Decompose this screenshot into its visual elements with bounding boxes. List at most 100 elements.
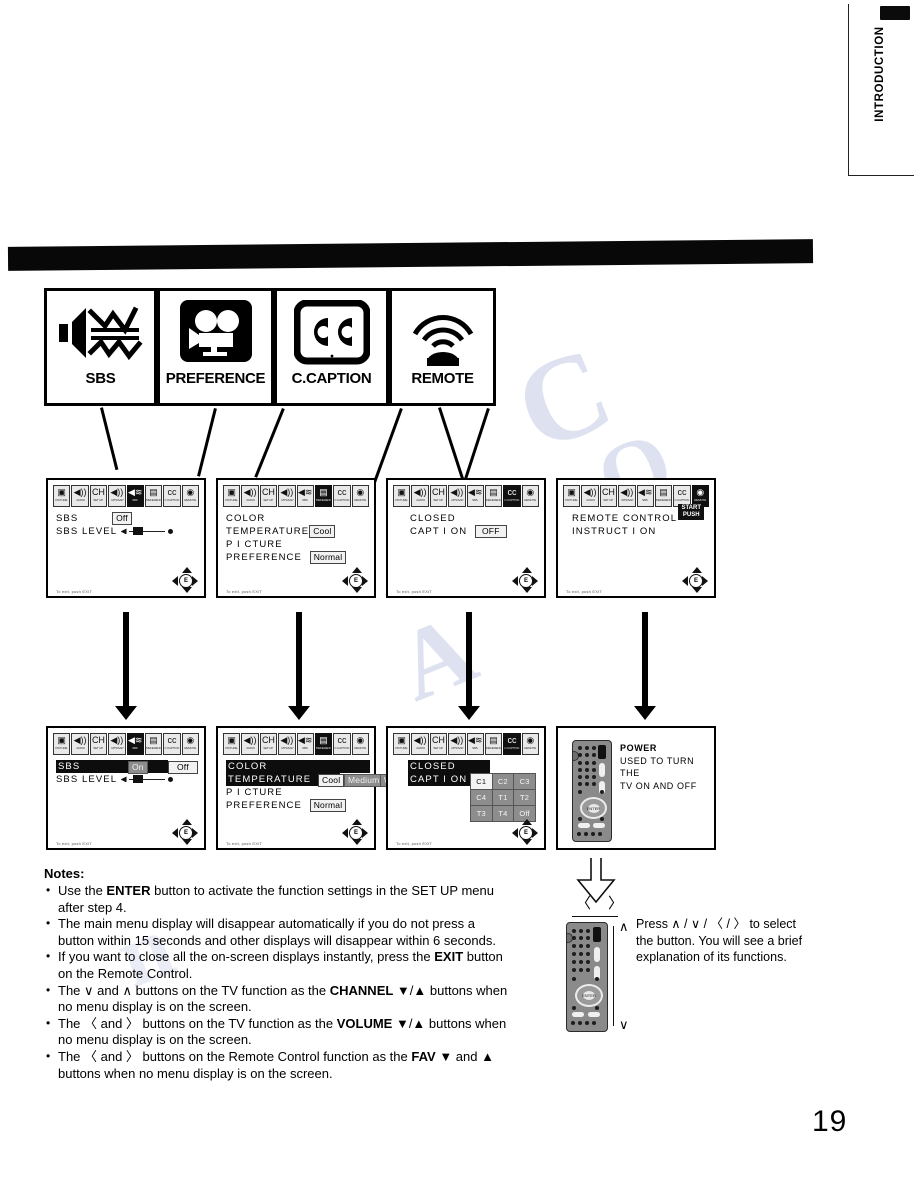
- osd-icon-setup[interactable]: CH SET UP: [599, 485, 618, 507]
- osd-icon-mts[interactable]: ◀)) MTS/SAP: [448, 485, 466, 507]
- osd-icon-bar[interactable]: ▣ PICTURE ◀)) AUDIO CH SET UP ◀)) MTS/SAP ◀≋…: [393, 733, 539, 755]
- osd-icon-sbs[interactable]: ◀≋ SBS: [296, 733, 314, 755]
- osd-icon-audio[interactable]: ◀)) AUDIO: [241, 485, 259, 507]
- osd-icon-mts[interactable]: ◀)) MTS/SAP: [448, 733, 466, 755]
- osd-icon-mts[interactable]: ◀)) MTS/SAP: [108, 733, 126, 755]
- osd-option-cool[interactable]: Cool: [318, 774, 345, 787]
- osd-icon-audio[interactable]: ◀)) AUDIO: [411, 733, 429, 755]
- osd-icon-picture[interactable]: ▣ PICTURE: [53, 485, 71, 507]
- notes-section: Notes: Use the ENTER button to activate …: [44, 866, 514, 1082]
- cc-cell[interactable]: C1: [470, 773, 493, 790]
- osd-screen-preference-selected[interactable]: ▣ PICTURE ◀)) AUDIO CH SET UP ◀)) MTS/SAP ◀≋…: [216, 726, 412, 850]
- osd-screen-ccaption-selected[interactable]: ▣ PICTURE ◀)) AUDIO CH SET UP ◀)) MTS/SAP ◀≋…: [386, 726, 546, 850]
- osd-enter-pad[interactable]: E: [172, 819, 198, 845]
- osd-icon-ccaption[interactable]: cc C.CAPTION: [163, 485, 181, 507]
- osd-enter-pad[interactable]: E: [172, 567, 198, 593]
- osd-screen-sbs[interactable]: ▣ PICTURE ◀)) AUDIO CH SET UP ◀)) MTS/SAP ◀≋…: [46, 478, 206, 598]
- osd-line-value[interactable]: Off: [112, 512, 132, 525]
- osd-icon-preference[interactable]: ▤ PREFERENCE: [144, 485, 163, 507]
- osd-enter-pad[interactable]: E: [512, 567, 538, 593]
- osd-icon-audio[interactable]: ◀)) AUDIO: [411, 485, 429, 507]
- osd-icon-mts[interactable]: ◀)) MTS/SAP: [278, 485, 296, 507]
- osd-icon-bar[interactable]: ▣ PICTURE ◀)) AUDIO CH SET UP ◀)) MTS/SAP ◀≋…: [393, 485, 539, 507]
- cc-cell[interactable]: C4: [470, 789, 493, 806]
- osd-icon-picture[interactable]: ▣ PICTURE: [223, 485, 241, 507]
- osd-icon-remote[interactable]: ◉ REMOTE: [181, 485, 199, 507]
- osd-icon-ccaption[interactable]: cc C.CAPTION: [333, 733, 351, 755]
- osd-icon-setup[interactable]: CH SET UP: [429, 485, 448, 507]
- caption-mode-grid[interactable]: C1 C2 C3 C4 T1 T2 T3 T4 Off: [470, 773, 536, 822]
- osd-icon-picture[interactable]: ▣ PICTURE: [53, 733, 71, 755]
- osd-icon-bar[interactable]: ▣ PICTURE ◀)) AUDIO CH SET UP ◀)) MTS/SAP ◀≋…: [223, 485, 369, 507]
- osd-icon-preference[interactable]: ▤ PREFERENCE: [484, 485, 503, 507]
- cc-cell[interactable]: T2: [513, 789, 536, 806]
- osd-enter-pad[interactable]: E: [682, 567, 708, 593]
- start-push-badge[interactable]: START PUSH: [678, 504, 704, 520]
- cc-cell[interactable]: T1: [491, 789, 515, 806]
- osd-icon-audio[interactable]: ◀)) AUDIO: [71, 485, 89, 507]
- osd-icon-setup[interactable]: CH SET UP: [89, 485, 108, 507]
- osd-icon-ccaption[interactable]: cc C.CAPTION: [503, 733, 521, 755]
- osd-icon-picture[interactable]: ▣ PICTURE: [563, 485, 581, 507]
- osd-icon-setup[interactable]: CH SET UP: [429, 733, 448, 755]
- osd-icon-bar[interactable]: ▣ PICTURE ◀)) AUDIO CH SET UP ◀)) MTS/SAP ◀≋…: [53, 485, 199, 507]
- osd-icon-picture[interactable]: ▣ PICTURE: [223, 733, 241, 755]
- osd-option-medium[interactable]: Medium: [344, 774, 384, 787]
- osd-icon-sbs[interactable]: ◀≋ SBS: [466, 733, 484, 755]
- osd-line-value[interactable]: Cool: [309, 525, 336, 538]
- osd-icon-audio[interactable]: ◀)) AUDIO: [71, 733, 89, 755]
- cc-cell[interactable]: C3: [513, 773, 536, 790]
- osd-enter-pad[interactable]: E: [512, 819, 538, 845]
- osd-screen-ccaption[interactable]: ▣ PICTURE ◀)) AUDIO CH SET UP ◀)) MTS/SAP ◀≋…: [386, 478, 546, 598]
- osd-icon-setup[interactable]: CH SET UP: [89, 733, 108, 755]
- osd-icon-picture[interactable]: ▣ PICTURE: [393, 733, 411, 755]
- osd-icon-sbs[interactable]: ◀≋ SBS: [296, 485, 314, 507]
- osd-icon-preference[interactable]: ▤ PREFERENCE: [314, 485, 333, 507]
- osd-icon-ccaption[interactable]: cc C.CAPTION: [163, 733, 181, 755]
- list-item: The main menu display will disappear aut…: [44, 915, 514, 949]
- osd-icon-preference[interactable]: ▤ PREFERENCE: [484, 733, 503, 755]
- osd-icon-setup[interactable]: CH SET UP: [259, 733, 278, 755]
- osd-icon-sbs[interactable]: ◀≋ SBS: [636, 485, 654, 507]
- osd-enter-pad[interactable]: E: [342, 567, 368, 593]
- osd-icon-ccaption[interactable]: cc C.CAPTION: [503, 485, 521, 507]
- sbs-level-slider[interactable]: [120, 527, 173, 536]
- osd-icon-sbs[interactable]: ◀≋ SBS: [126, 733, 144, 755]
- remote-function-line2: TV ON AND OFF: [620, 780, 697, 791]
- osd-line-value[interactable]: Normal: [309, 799, 347, 812]
- osd-icon-ccaption[interactable]: cc C.CAPTION: [333, 485, 351, 507]
- osd-screen-remote[interactable]: ▣ PICTURE ◀)) AUDIO CH SET UP ◀)) MTS/SAP ◀≋…: [556, 478, 716, 598]
- osd-line-value[interactable]: Normal: [309, 551, 347, 564]
- osd-screen-remote-instruction[interactable]: ENTER POWER USED TO TURN THE TV ON AND O…: [556, 726, 716, 850]
- osd-screen-sbs-selected[interactable]: ▣ PICTURE ◀)) AUDIO CH SET UP ◀)) MTS/SAP ◀≋…: [46, 726, 206, 850]
- connector-line: [100, 407, 119, 471]
- osd-icon-bar[interactable]: ▣ PICTURE ◀)) AUDIO CH SET UP ◀)) MTS/SAP ◀≋…: [223, 733, 369, 755]
- cc-cell[interactable]: C2: [491, 773, 515, 790]
- osd-icon-mts[interactable]: ◀)) MTS/SAP: [618, 485, 636, 507]
- osd-option-other[interactable]: Off: [168, 761, 198, 774]
- cc-cell[interactable]: T3: [470, 805, 493, 822]
- osd-icon-remote[interactable]: ◉ REMOTE: [521, 485, 539, 507]
- osd-icon-sbs[interactable]: ◀≋ SBS: [126, 485, 144, 507]
- osd-icon-mts[interactable]: ◀)) MTS/SAP: [278, 733, 296, 755]
- osd-enter-pad[interactable]: E: [342, 819, 368, 845]
- osd-icon-audio[interactable]: ◀)) AUDIO: [241, 733, 259, 755]
- osd-icon-remote[interactable]: ◉ REMOTE: [181, 733, 199, 755]
- osd-icon-setup[interactable]: CH SET UP: [259, 485, 278, 507]
- osd-icon-picture[interactable]: ▣ PICTURE: [393, 485, 411, 507]
- osd-icon-remote[interactable]: ◉ REMOTE: [351, 485, 369, 507]
- cc-cell[interactable]: T4: [491, 805, 515, 822]
- osd-icon-preference[interactable]: ▤ PREFERENCE: [654, 485, 673, 507]
- osd-icon-remote[interactable]: ◉ REMOTE: [521, 733, 539, 755]
- sbs-level-slider[interactable]: [120, 775, 173, 784]
- osd-line-value[interactable]: OFF: [474, 525, 507, 538]
- osd-icon-sbs[interactable]: ◀≋ SBS: [466, 485, 484, 507]
- osd-screen-preference[interactable]: ▣ PICTURE ◀)) AUDIO CH SET UP ◀)) MTS/SAP ◀≋…: [216, 478, 376, 598]
- osd-icon-remote[interactable]: ◉ REMOTE: [351, 733, 369, 755]
- osd-icon-bar[interactable]: ▣ PICTURE ◀)) AUDIO CH SET UP ◀)) MTS/SAP ◀≋…: [53, 733, 199, 755]
- osd-icon-preference[interactable]: ▤ PREFERENCE: [144, 733, 163, 755]
- osd-icon-preference[interactable]: ▤ PREFERENCE: [314, 733, 333, 755]
- osd-option-selected[interactable]: On: [128, 761, 148, 774]
- osd-icon-audio[interactable]: ◀)) AUDIO: [581, 485, 599, 507]
- osd-icon-mts[interactable]: ◀)) MTS/SAP: [108, 485, 126, 507]
